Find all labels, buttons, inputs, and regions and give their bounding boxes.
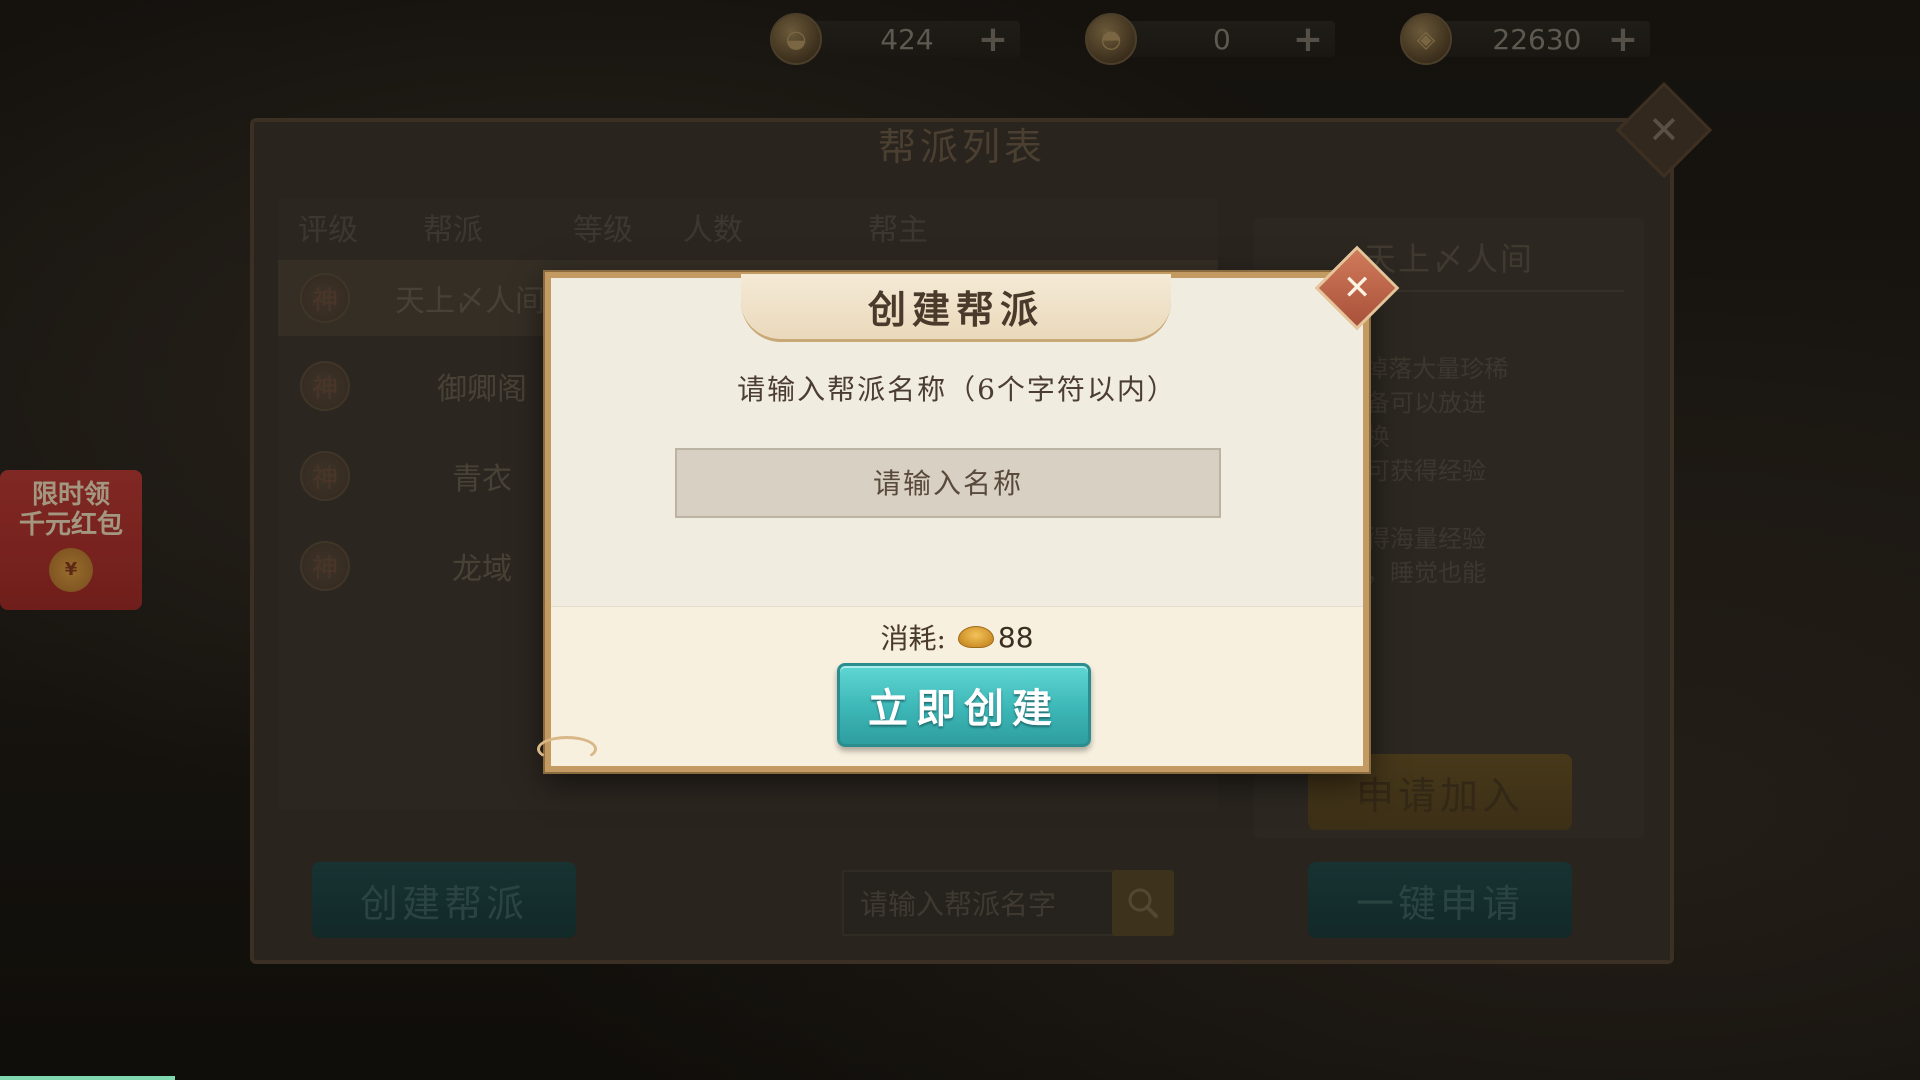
copper-coin-icon: ◈ bbox=[1400, 13, 1452, 65]
cost-value: 88 bbox=[997, 620, 1034, 654]
create-guild-dialog: 创建帮派 ✕ 请输入帮派名称（6个字符以内） 消耗: 88 立即创建 bbox=[537, 245, 1400, 772]
cost-label: 消耗: bbox=[880, 622, 946, 655]
ingot-icon bbox=[957, 626, 994, 648]
create-now-button[interactable]: 立即创建 bbox=[837, 663, 1091, 747]
dialog-title: 创建帮派 bbox=[867, 287, 1044, 332]
loading-strip bbox=[0, 1076, 175, 1080]
bound-ingot-icon: ◒ bbox=[770, 13, 822, 65]
ingot-icon: ◓ bbox=[1085, 13, 1137, 65]
dialog-title-banner: 创建帮派 bbox=[741, 274, 1171, 342]
guild-name-input[interactable] bbox=[675, 448, 1221, 518]
dialog-footer: 消耗: 88 立即创建 bbox=[551, 606, 1363, 766]
creation-cost: 消耗: 88 bbox=[551, 617, 1363, 657]
cloud-ornament-icon bbox=[537, 736, 597, 762]
close-icon: ✕ bbox=[1342, 268, 1372, 308]
guild-name-prompt: 请输入帮派名称（6个字符以内） bbox=[737, 373, 1177, 406]
